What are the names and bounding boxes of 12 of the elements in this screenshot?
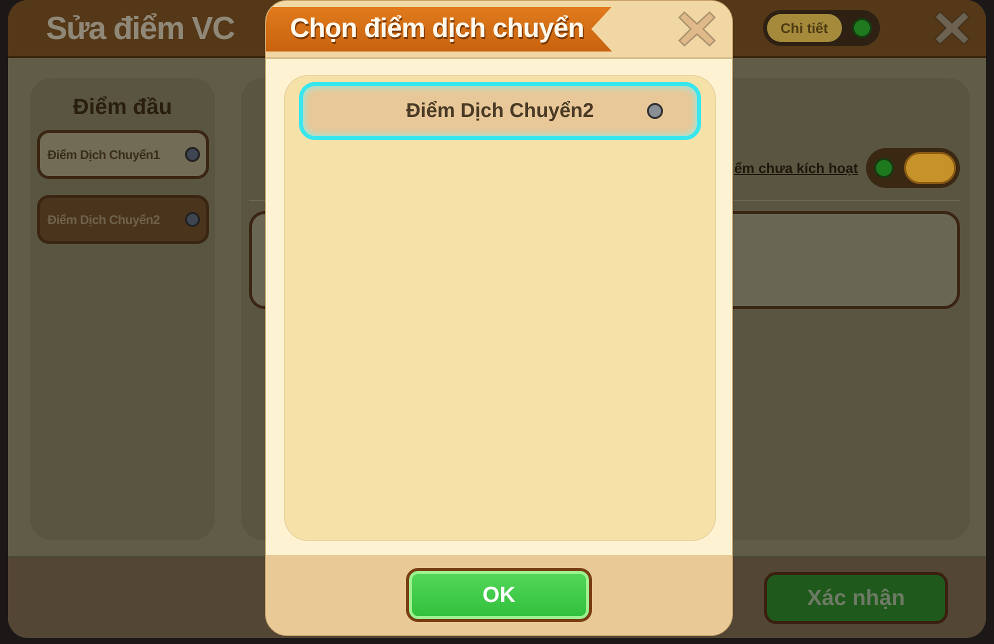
confirm-button[interactable]: Xác nhận — [764, 572, 948, 624]
close-icon[interactable] — [676, 8, 718, 50]
ok-button[interactable]: OK — [406, 568, 592, 622]
modal-title: Chọn điểm dịch chuyển — [266, 6, 612, 52]
filter-link[interactable]: ểm chưa kích hoạt — [734, 160, 858, 176]
point-item[interactable]: Điểm Dịch Chuyển1 — [36, 130, 208, 179]
panel-heading: Điểm đầu — [72, 94, 172, 120]
close-icon[interactable] — [932, 8, 972, 48]
list-item[interactable]: Điểm Dịch Chuyển2 — [299, 82, 701, 140]
toggle-switch[interactable] — [866, 148, 960, 188]
toggle-switch[interactable]: Chi tiết — [762, 10, 880, 46]
dialog-title: Sửa điểm VC — [46, 10, 234, 46]
